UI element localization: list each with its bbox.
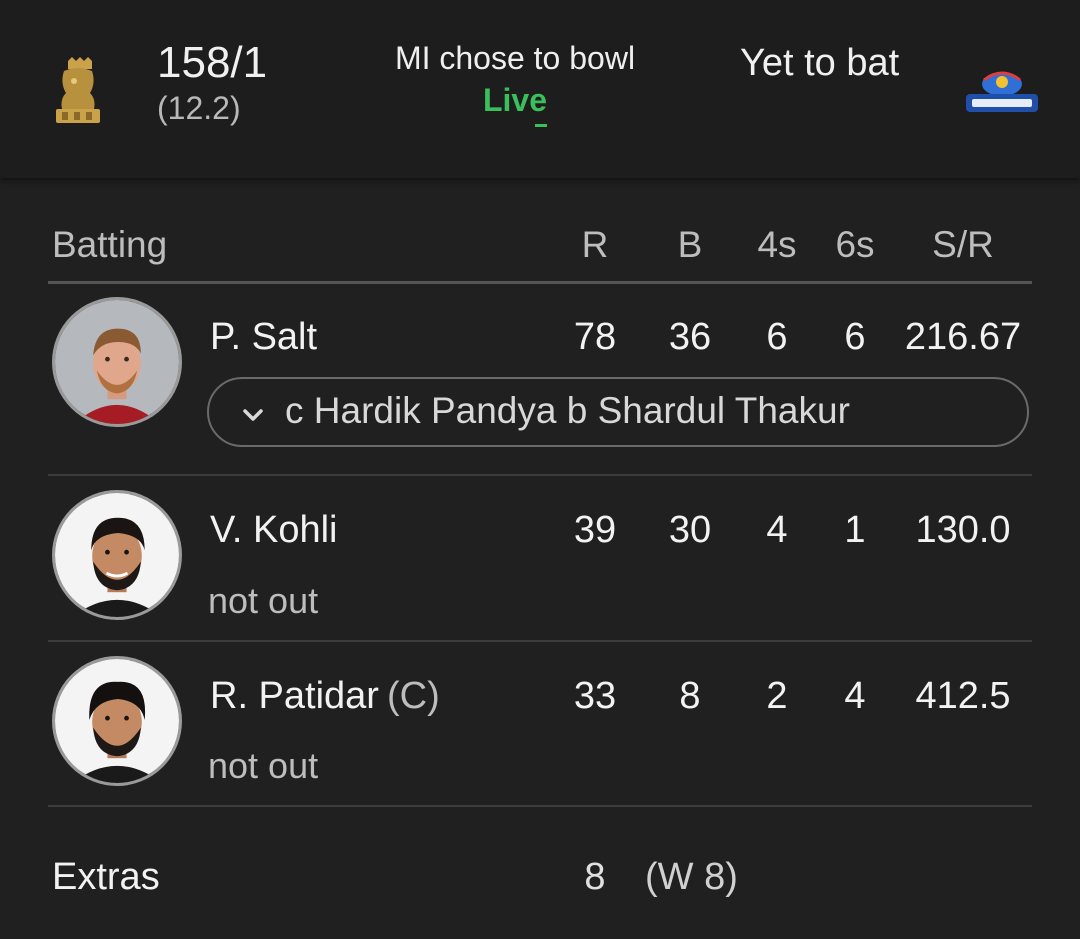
row-divider xyxy=(48,474,1032,476)
sixes-value: 1 xyxy=(844,509,866,551)
avatar-v-kohli[interactable] xyxy=(52,490,182,620)
runs-value: 78 xyxy=(573,316,617,358)
captain-marker: (C) xyxy=(386,675,440,717)
rcb-logo-icon xyxy=(52,55,104,125)
balls-value: 8 xyxy=(679,675,701,717)
mumbai-indians-logo-icon xyxy=(962,62,1042,118)
batting-status: not out xyxy=(208,580,319,621)
header-divider xyxy=(48,281,1032,284)
chevron-down-icon xyxy=(243,409,263,421)
balls-value: 30 xyxy=(668,509,712,551)
sixes-value: 4 xyxy=(844,675,866,717)
match-header: 158/1 (12.2) MI chose to bowl Live Yet t… xyxy=(0,0,1080,178)
row-divider xyxy=(48,640,1032,642)
strike-rate-value: 216.67 xyxy=(904,316,1022,358)
player-name[interactable]: R. Patidar (C) xyxy=(210,675,440,718)
column-header-sixes: 6s xyxy=(835,224,875,265)
strike-rate-value: 412.5 xyxy=(915,675,1011,717)
team1-overs: (12.2) xyxy=(157,90,241,126)
extras-value: 8 xyxy=(584,856,606,898)
player-name[interactable]: P. Salt xyxy=(210,316,317,359)
team2-status: Yet to bat xyxy=(740,42,900,84)
sixes-value: 6 xyxy=(844,316,866,358)
column-header-fours: 4s xyxy=(757,224,797,265)
extras-detail: (W 8) xyxy=(645,856,738,898)
column-header-batting: Batting xyxy=(52,224,168,265)
team1-score: 158/1 xyxy=(157,38,268,87)
live-indicator xyxy=(535,124,547,127)
runs-value: 39 xyxy=(573,509,617,551)
column-header-strike-rate: S/R xyxy=(932,224,994,265)
strike-rate-value: 130.0 xyxy=(915,509,1011,551)
avatar-p-salt[interactable] xyxy=(52,297,182,427)
balls-value: 36 xyxy=(668,316,712,358)
fours-value: 2 xyxy=(766,675,788,717)
row-divider xyxy=(48,805,1032,807)
column-header-runs: R xyxy=(581,224,609,265)
live-badge[interactable]: Live xyxy=(470,82,560,119)
player-name[interactable]: V. Kohli xyxy=(210,509,337,552)
dismissal-text: c Hardik Pandya b Shardul Thakur xyxy=(285,390,850,431)
dismissal-expander[interactable]: c Hardik Pandya b Shardul Thakur xyxy=(207,377,1029,447)
fours-value: 4 xyxy=(766,509,788,551)
batting-status: not out xyxy=(208,745,319,786)
toss-result: MI chose to bowl xyxy=(394,40,636,76)
runs-value: 33 xyxy=(573,675,617,717)
fours-value: 6 xyxy=(766,316,788,358)
extras-label: Extras xyxy=(52,856,160,898)
column-header-balls: B xyxy=(677,224,703,265)
avatar-r-patidar[interactable] xyxy=(52,656,182,786)
